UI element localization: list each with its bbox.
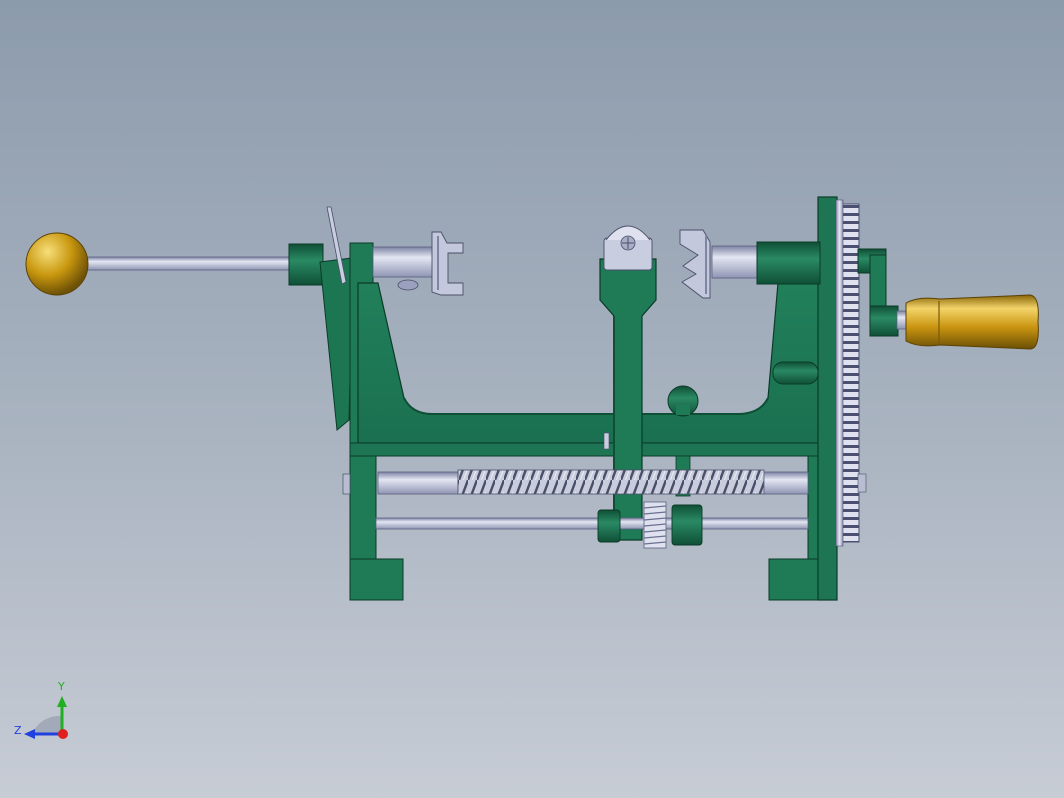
x-axis-icon [58,729,68,739]
left-fork-shaft [372,231,464,296]
peeler-blade-icon [603,225,653,271]
graphics-viewport[interactable]: Y Z [0,0,1064,798]
lever-knob-icon[interactable] [25,232,89,296]
lead-screw-icon [342,469,809,495]
right-stop-pin [772,361,819,385]
crank-handle-icon[interactable] [857,248,1039,350]
lever-arm[interactable] [25,232,324,296]
spring-icon [643,501,667,549]
apple-peeler-model[interactable] [0,0,1064,798]
triad-base-icon [32,715,62,734]
view-triad[interactable]: Y Z [10,676,80,746]
y-axis-label: Y [57,680,65,693]
z-axis-label: Z [14,724,22,737]
lower-guide-rod [375,501,809,549]
